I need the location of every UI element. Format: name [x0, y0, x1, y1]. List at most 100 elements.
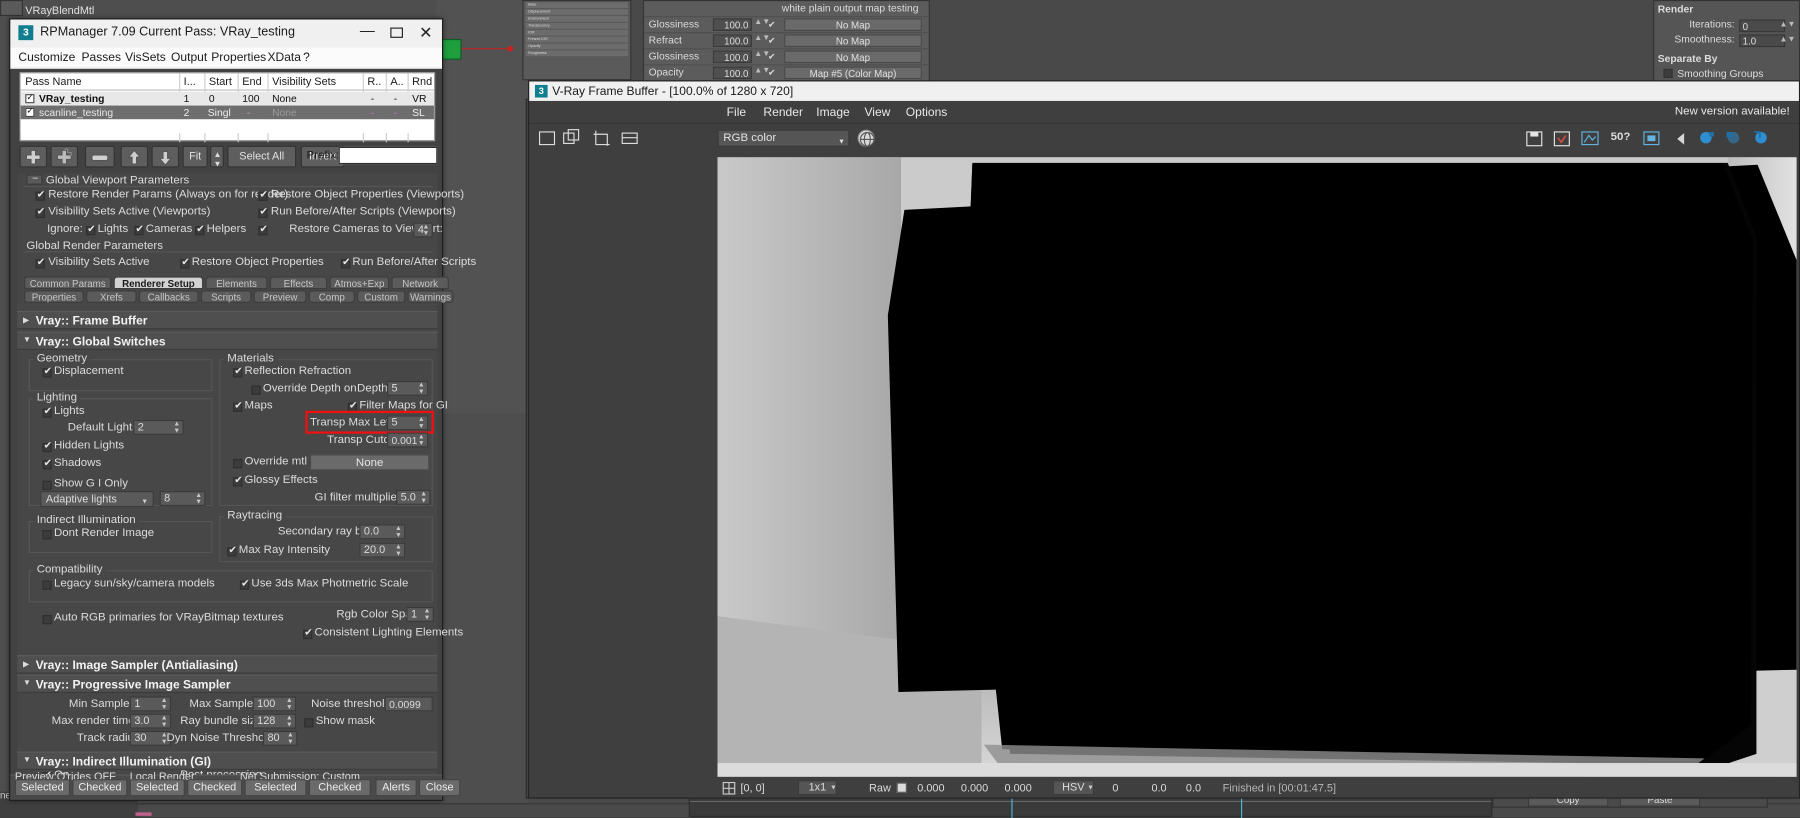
tab-properties[interactable]: Properties [24, 290, 84, 303]
chevron-down-icon[interactable]: ▼ [1087, 785, 1094, 792]
chevron-down-icon[interactable]: ▼ [23, 756, 31, 764]
node-row[interactable]: Translucency [525, 22, 628, 29]
use-photometric-checkbox[interactable] [239, 577, 249, 590]
spinner-down-icon[interactable]: ▼ [418, 441, 425, 448]
param-map-button[interactable]: No Map [784, 18, 922, 31]
move-pass-down-icon[interactable] [151, 145, 180, 168]
param-value[interactable]: 100.0 [712, 18, 752, 31]
menu-vissets[interactable]: VisSets [125, 50, 166, 64]
chevron-down-icon[interactable]: ▼ [830, 785, 837, 792]
pass-r[interactable]: - [371, 107, 374, 118]
node-row[interactable]: Environment [525, 16, 628, 22]
vfb-menu-view[interactable]: View [864, 106, 890, 120]
smoothing-groups-checkbox[interactable] [1663, 68, 1673, 79]
pass-list-table[interactable]: Pass Name I... Start End Visibility Sets… [19, 72, 436, 143]
selected-button-1[interactable]: Selected [14, 779, 71, 797]
node-row[interactable]: Base [525, 2, 628, 9]
consistent-lighting-checkbox[interactable] [303, 626, 312, 640]
tab-network[interactable]: Network [391, 276, 449, 290]
pass-enabled-checkbox[interactable] [25, 92, 35, 104]
vfb-lens-effects-icon[interactable] [1580, 129, 1602, 149]
tab-effects[interactable]: Effects [269, 276, 328, 290]
spinner-up-icon[interactable]: ▲ [395, 526, 402, 533]
render-settings-panel[interactable]: Render Iterations: 0 ▲▼ Smoothness: 1.0 … [1653, 0, 1800, 87]
shadows-checkbox[interactable] [42, 457, 52, 470]
param-checkbox[interactable]: ✔ [768, 20, 776, 30]
tab-warnings[interactable]: Warnings [407, 290, 454, 303]
vfb-stereo-icon[interactable]: 50? [1608, 129, 1636, 149]
max-samples-spinner[interactable]: 100 ▲ ▼ [252, 696, 297, 712]
param-checkbox[interactable]: ✔ [768, 52, 776, 62]
vfb-new-version-notice[interactable]: New version available! [1675, 106, 1790, 119]
tab-preview[interactable]: Preview [253, 290, 307, 303]
vfb-render-canvas[interactable] [717, 157, 1797, 777]
pass-index[interactable]: 1 [184, 93, 190, 104]
select-all-button[interactable]: Select All [227, 145, 297, 168]
col-rnd[interactable]: Rnd [412, 76, 432, 89]
rollout-image-sampler[interactable]: ▶ Vray:: Image Sampler (Antialiasing) [17, 655, 438, 674]
tab-atmos-exp[interactable]: Atmos+Exp [329, 276, 390, 290]
spinner-up-icon[interactable]: ▲ [173, 421, 180, 428]
checked-button-2[interactable]: Checked [187, 779, 243, 797]
restore-cameras-spinner[interactable]: 4 ▲ ▼ [413, 222, 433, 238]
vfb-channel-select[interactable]: RGB color [717, 129, 850, 150]
tab-common-params[interactable]: Common Params [24, 276, 112, 290]
rpmanager-title-bar[interactable]: 3 RPManager 7.09 Current Pass: VRay_test… [10, 19, 442, 48]
spinner-down-icon[interactable]: ▼ [420, 498, 427, 505]
node-row[interactable]: Fresnel IOR [525, 36, 628, 43]
vfb-save-all-icon[interactable] [1551, 129, 1573, 149]
vfb-crop-icon[interactable] [591, 129, 613, 149]
max-ray-intensity-spinner[interactable]: 20.0 ▲ ▼ [359, 542, 406, 558]
material-node-list[interactable]: Base Displacement Environment Translucen… [522, 0, 632, 81]
col-visibility-sets[interactable]: Visibility Sets [272, 76, 336, 89]
table-row-empty[interactable] [20, 119, 434, 134]
pass-rnd[interactable]: VR [412, 93, 426, 104]
tab-comp[interactable]: Comp [308, 290, 355, 303]
vfb-status-bar[interactable]: [0, 0] 1x1 ▼ Raw 0.000 0.000 0.000 HSV ▼… [717, 779, 1797, 798]
collapse-toggle[interactable]: − [26, 172, 43, 185]
show-mask-checkbox[interactable] [304, 718, 314, 728]
param-checkbox[interactable]: ✔ [768, 68, 776, 78]
restore-render-params-checkbox[interactable] [35, 188, 45, 201]
dont-render-image-checkbox[interactable] [42, 530, 52, 540]
maps-checkbox[interactable] [233, 399, 242, 412]
pass-vis[interactable]: None [272, 93, 297, 104]
pixel-probe-icon[interactable] [722, 781, 736, 795]
rpmanager-window[interactable]: 3 RPManager 7.09 Current Pass: VRay_test… [9, 18, 476, 801]
vfb-menu-options[interactable]: Options [906, 106, 948, 120]
selected-button-2[interactable]: Selected [129, 779, 185, 797]
ignore-lights-checkbox[interactable] [86, 223, 95, 236]
delete-pass-icon[interactable] [84, 145, 115, 168]
auto-rgb-checkbox[interactable] [42, 615, 52, 625]
pass-name[interactable]: scanline_testing [39, 107, 113, 118]
spinner-down-icon[interactable]: ▼ [173, 428, 180, 435]
reflection-refraction-checkbox[interactable] [233, 365, 242, 378]
pass-a[interactable]: - [394, 93, 397, 104]
visibility-sets-active-vp-checkbox[interactable] [35, 205, 45, 219]
pass-name[interactable]: VRay_testing [39, 93, 104, 104]
param-value[interactable]: 100.0 [712, 34, 752, 48]
tab-row-primary[interactable]: Common Params Renderer Setup Elements Ef… [24, 276, 449, 290]
show-gi-only-checkbox[interactable] [42, 480, 52, 490]
smoothness-input[interactable]: 1.0 [1739, 34, 1786, 48]
run-scripts-render-checkbox[interactable] [340, 256, 350, 269]
vfb-menu-image[interactable]: Image [816, 106, 850, 120]
vfb-render-icon[interactable] [1696, 129, 1718, 149]
close-button[interactable]: ✕ [412, 23, 440, 44]
param-map-button[interactable]: Map #5 (Color Map) [784, 66, 922, 80]
param-checkbox[interactable]: ✔ [768, 36, 776, 46]
col-a[interactable]: A.. [390, 76, 403, 89]
material-editor-panel[interactable]: white plain output map testing Glossines… [642, 0, 930, 83]
spinner-down-icon[interactable]: ▼ [423, 231, 430, 238]
node-row[interactable]: Roughness [525, 50, 628, 57]
chevron-right-icon[interactable]: ▶ [23, 316, 29, 325]
col-end[interactable]: End [242, 76, 261, 89]
add-pass-copy-icon[interactable] [50, 145, 79, 168]
material-param-row[interactable]: Glossiness 100.0 ▲▼ ✔ No Map [644, 17, 929, 34]
spinner-down-icon[interactable]: ▼ [395, 551, 402, 558]
pass-end[interactable]: - [247, 107, 250, 118]
pass-enabled-checkbox[interactable] [25, 106, 35, 118]
spinner-down-icon[interactable]: ▼ [195, 499, 202, 506]
override-mtl-checkbox[interactable] [233, 458, 243, 469]
close-button[interactable]: Close [419, 779, 461, 797]
